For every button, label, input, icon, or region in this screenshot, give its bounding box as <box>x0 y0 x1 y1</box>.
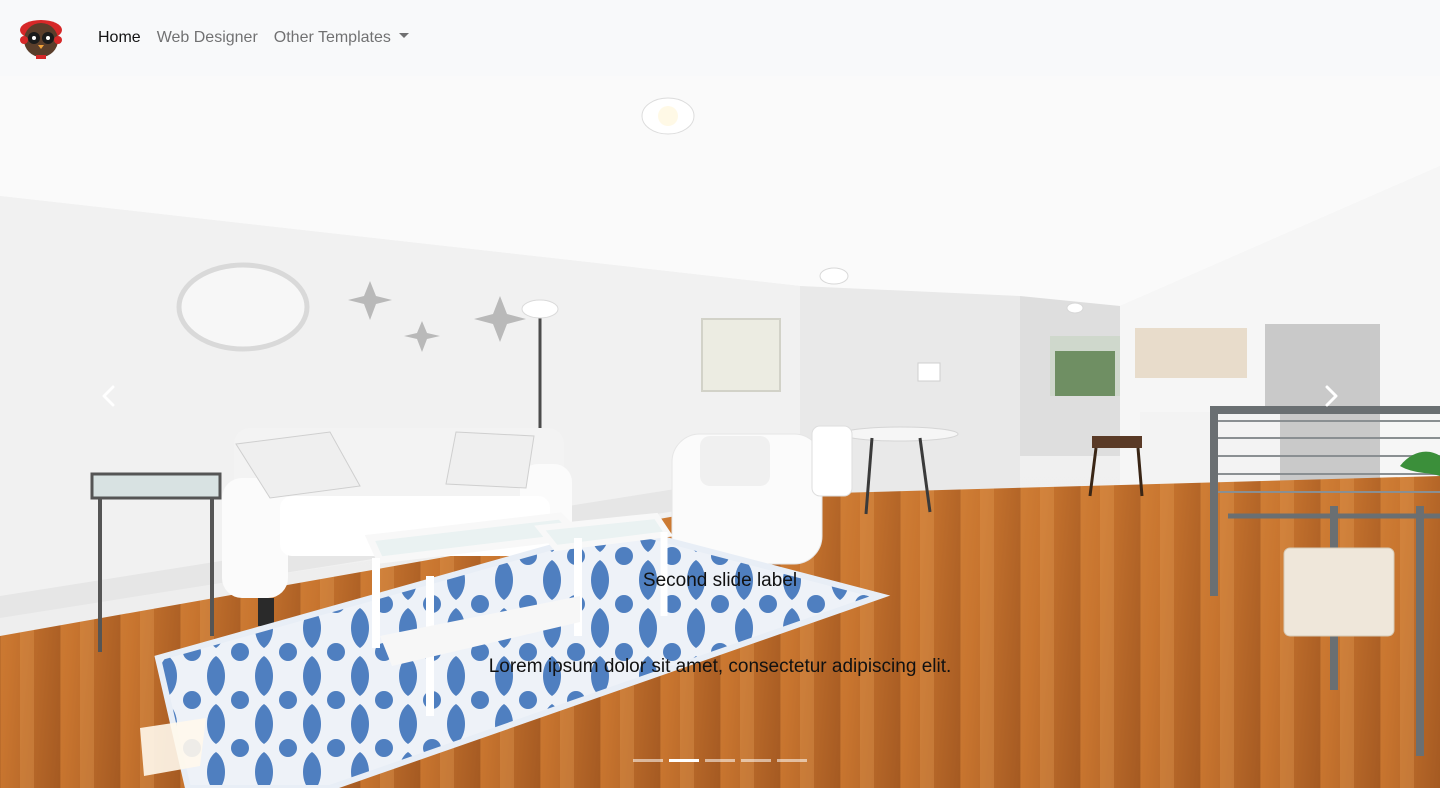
carousel-indicator-3[interactable] <box>705 759 735 762</box>
chevron-left-icon <box>102 385 115 407</box>
nav-other-templates-dropdown[interactable]: Other Templates <box>266 29 417 47</box>
image-carousel: Second slide label Lorem ipsum dolor sit… <box>0 76 1440 788</box>
slide-caption-text: Lorem ipsum dolor sit amet, consectetur … <box>488 656 952 677</box>
carousel-prev-button[interactable] <box>78 366 138 426</box>
chevron-right-icon <box>1325 385 1338 407</box>
caret-down-icon <box>398 33 409 39</box>
navbar: Home Web Designer Other Templates <box>0 0 1440 76</box>
carousel-indicators <box>0 759 1440 762</box>
carousel-indicator-2[interactable] <box>669 759 699 762</box>
nav-other-templates-label: Other Templates <box>273 29 391 46</box>
brand-logo[interactable] <box>16 16 66 60</box>
owl-logo-icon <box>20 20 62 59</box>
nav-links: Home Web Designer Other Templates <box>90 29 417 47</box>
slide-caption-title: Second slide label <box>642 570 798 591</box>
carousel-next-button[interactable] <box>1302 366 1362 426</box>
carousel-indicator-5[interactable] <box>777 759 807 762</box>
living-room-slide-image <box>0 76 1440 788</box>
nav-web-designer-link[interactable]: Web Designer <box>149 29 266 47</box>
carousel-indicator-4[interactable] <box>741 759 771 762</box>
nav-home-link[interactable]: Home <box>90 29 149 47</box>
carousel-indicator-1[interactable] <box>633 759 663 762</box>
